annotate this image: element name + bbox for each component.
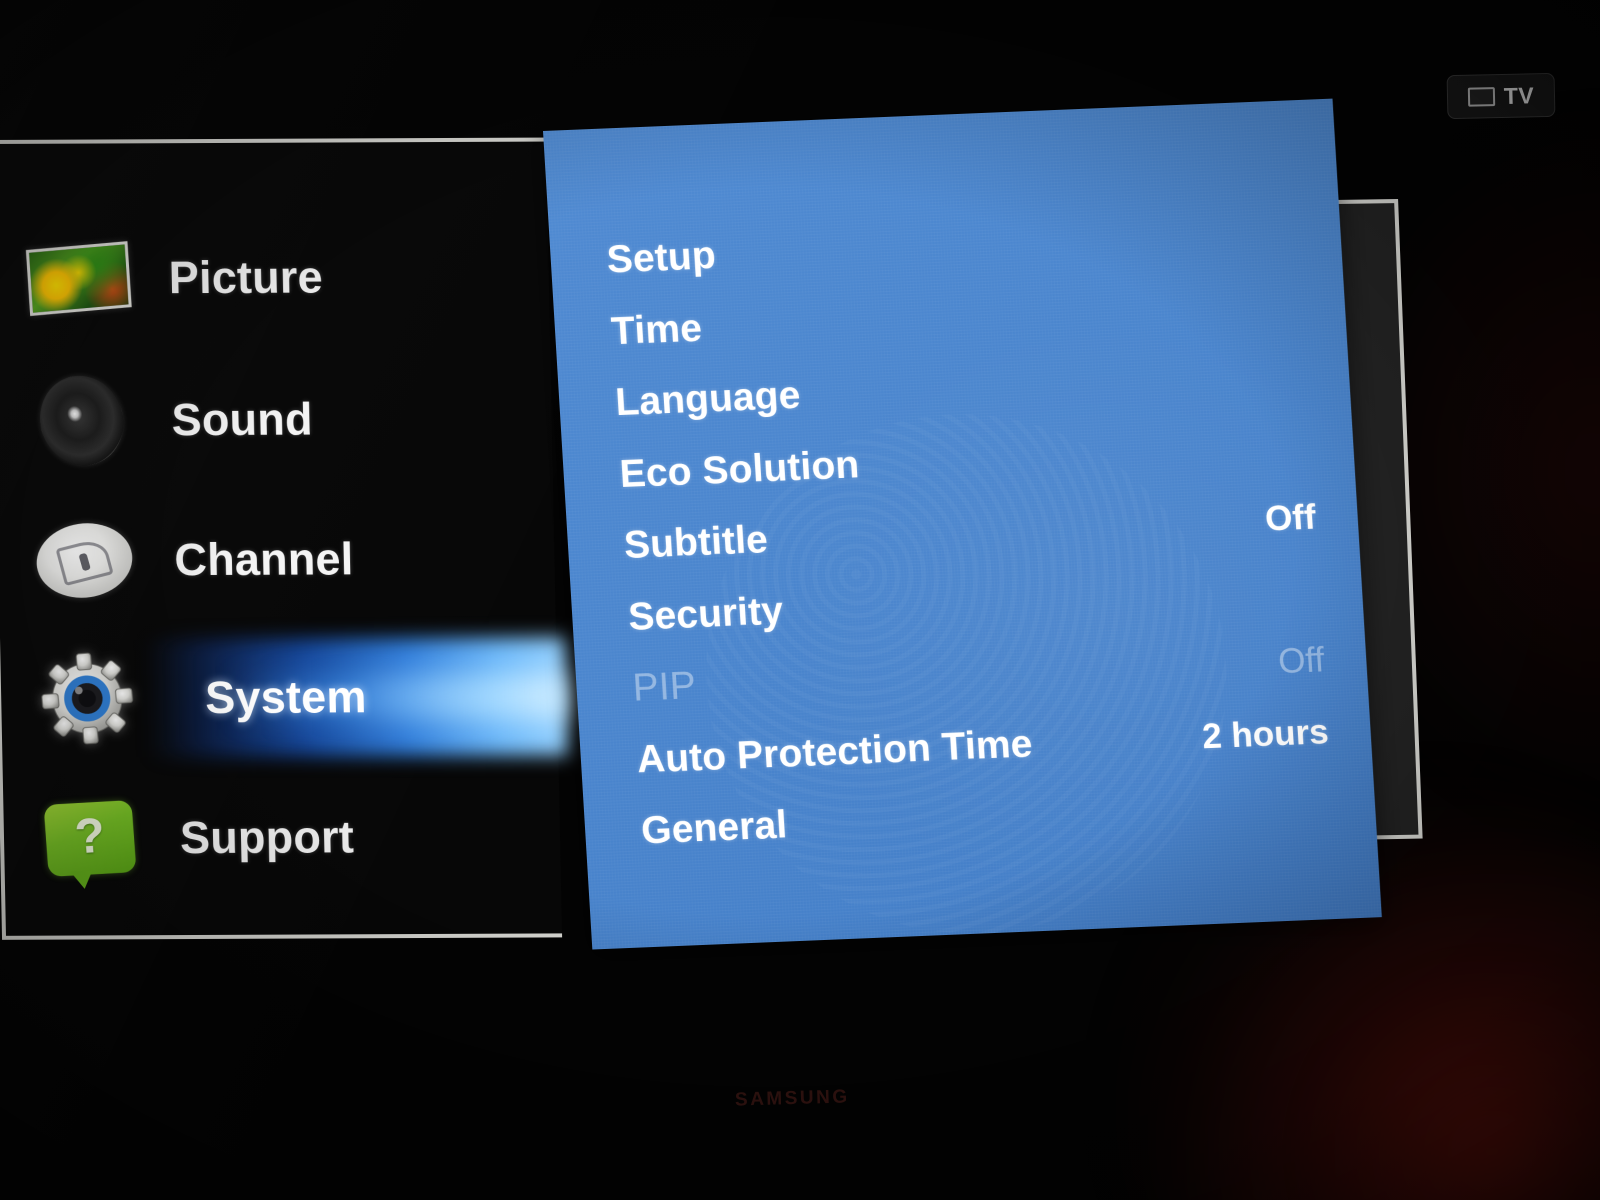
sidebar-icon-slot — [25, 366, 139, 475]
main-menu-sidebar: Picture Sound Channel System? Support — [0, 137, 569, 940]
satellite-dish-icon — [31, 517, 138, 605]
tv-screen: Picture Sound Channel System? Support Setup T… — [0, 0, 1600, 1200]
sidebar-item-picture[interactable]: Picture — [0, 218, 550, 338]
source-badge-label: TV — [1503, 81, 1535, 109]
sidebar-item-label: Sound — [171, 393, 314, 446]
submenu-item-label: PIP — [631, 664, 698, 710]
gear-icon — [35, 647, 139, 750]
submenu-item-value: Off — [1277, 640, 1326, 682]
sidebar-item-sound[interactable]: Sound — [0, 360, 553, 480]
submenu-item-label: Language — [614, 373, 802, 425]
submenu-item-label: Security — [627, 589, 785, 639]
brand-logo: SAMSUNG — [734, 1086, 850, 1111]
submenu-item-label: Auto Protection Time — [635, 721, 1034, 782]
sidebar-icon-slot — [28, 517, 142, 605]
submenu-item-list: Setup Time Language Eco Solution Subtitle Off… — [543, 99, 1382, 950]
submenu-item-label: Subtitle — [622, 518, 770, 567]
question-bubble-icon: ? — [43, 800, 137, 877]
submenu-item-value: Off — [1263, 497, 1317, 539]
sidebar-item-label: Support — [179, 811, 355, 864]
sidebar-item-list: Picture Sound Channel System? Support — [0, 138, 569, 940]
submenu-item-label: General — [640, 803, 789, 853]
source-badge[interactable]: TV — [1446, 72, 1556, 120]
submenu-item-label: Eco Solution — [618, 442, 861, 496]
question-mark-glyph: ? — [73, 808, 107, 865]
sidebar-item-label: System — [204, 671, 368, 723]
submenu-item-label: Setup — [605, 234, 717, 282]
sidebar-item-system[interactable]: System — [0, 637, 569, 758]
sidebar-item-support[interactable]: ? Support — [0, 777, 561, 897]
speaker-icon — [29, 366, 134, 475]
sidebar-icon-slot — [22, 235, 136, 321]
system-submenu-panel: Setup Time Language Eco Solution Subtitle Off… — [543, 98, 1382, 950]
submenu-item-label: Time — [609, 306, 704, 353]
sidebar-icon-slot — [30, 652, 144, 745]
sidebar-item-label: Picture — [168, 251, 324, 304]
sidebar-item-label: Channel — [173, 533, 354, 586]
sidebar-item-channel[interactable]: Channel — [0, 499, 556, 619]
picture-thumbnail-icon — [25, 241, 132, 317]
sidebar-icon-slot: ? — [33, 795, 147, 881]
submenu-item-value: 2 hours — [1201, 711, 1330, 756]
tv-screen-icon — [1467, 86, 1495, 107]
